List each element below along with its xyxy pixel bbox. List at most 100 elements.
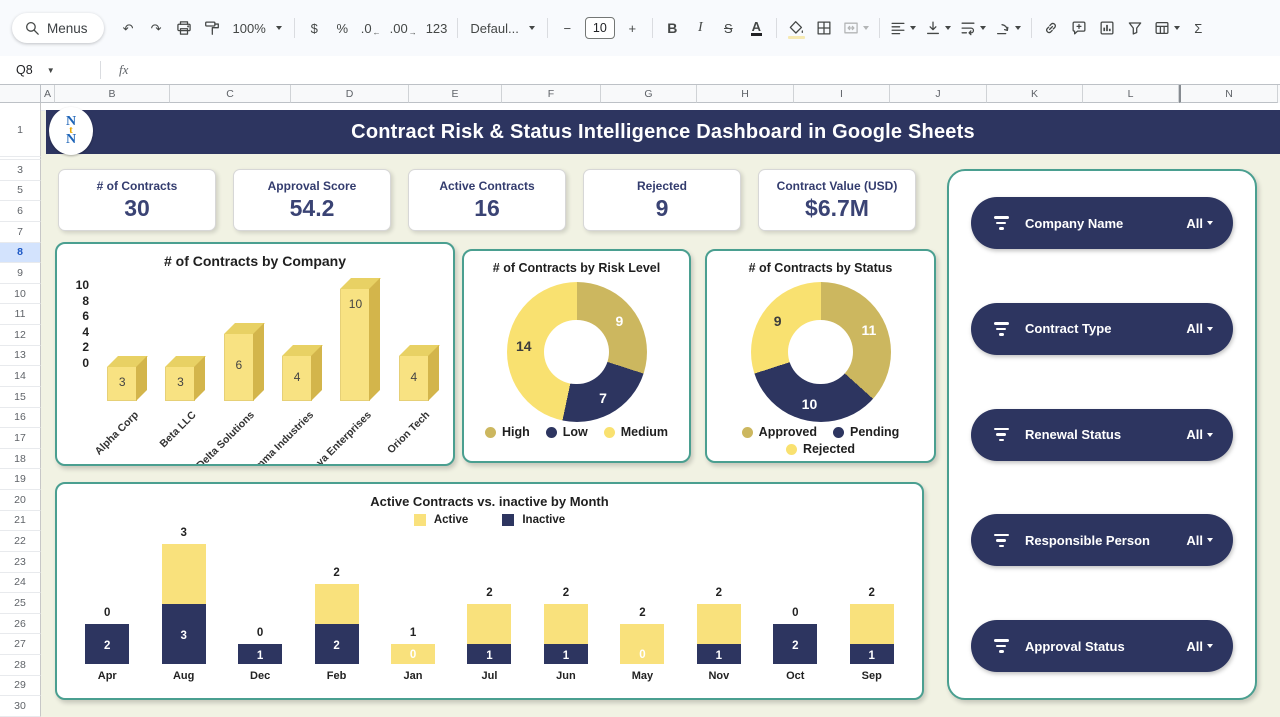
column-header-K[interactable]: K: [987, 85, 1083, 103]
formula-input[interactable]: [138, 56, 1280, 84]
row-header-26[interactable]: 26: [0, 614, 41, 635]
column-header-H[interactable]: H: [697, 85, 794, 103]
bar-stack[interactable]: [315, 584, 359, 664]
legend-item[interactable]: Inactive: [502, 514, 565, 526]
name-box[interactable]: Q8 ▼: [0, 63, 92, 77]
insert-chart-button[interactable]: [1094, 15, 1121, 41]
filter-value-dropdown[interactable]: All: [1186, 321, 1213, 336]
insert-link-button[interactable]: [1038, 15, 1065, 41]
filter-renewal-status[interactable]: Renewal StatusAll: [971, 409, 1233, 461]
bar[interactable]: 4: [282, 356, 312, 401]
number-format-button[interactable]: 123: [422, 15, 452, 41]
menus-button[interactable]: Menus: [12, 13, 104, 43]
format-currency-button[interactable]: $: [301, 15, 328, 41]
row-header-28[interactable]: 28: [0, 655, 41, 676]
filter-contract-type[interactable]: Contract TypeAll: [971, 303, 1233, 355]
row-header-10[interactable]: 10: [0, 284, 41, 305]
column-header-L[interactable]: L: [1083, 85, 1179, 103]
row-header-23[interactable]: 23: [0, 552, 41, 573]
legend-item[interactable]: Active: [414, 514, 469, 526]
text-rotation-button[interactable]: [991, 15, 1025, 41]
legend-item[interactable]: High: [485, 425, 530, 439]
row-header-14[interactable]: 14: [0, 366, 41, 387]
vertical-align-button[interactable]: [921, 15, 955, 41]
bar[interactable]: 3: [165, 367, 195, 401]
bar[interactable]: 4: [399, 356, 429, 401]
row-header-22[interactable]: 22: [0, 531, 41, 552]
functions-button[interactable]: Σ: [1185, 15, 1212, 41]
column-header-A[interactable]: A: [41, 85, 55, 103]
row-header-25[interactable]: 25: [0, 593, 41, 614]
row-header-3[interactable]: 3: [0, 160, 41, 181]
row-header-6[interactable]: 6: [0, 201, 41, 222]
bold-button[interactable]: B: [659, 15, 686, 41]
legend-item[interactable]: Rejected: [786, 442, 855, 456]
column-header-J[interactable]: J: [890, 85, 987, 103]
row-header-17[interactable]: 17: [0, 428, 41, 449]
column-header-B[interactable]: B: [55, 85, 170, 103]
row-header-11[interactable]: 11: [0, 304, 41, 325]
filter-approval-status[interactable]: Approval StatusAll: [971, 620, 1233, 672]
legend-item[interactable]: Approved: [742, 425, 817, 439]
zoom-select[interactable]: 100%: [227, 15, 288, 41]
row-header-29[interactable]: 29: [0, 676, 41, 697]
column-header-G[interactable]: G: [601, 85, 697, 103]
row-header-15[interactable]: 15: [0, 387, 41, 408]
column-header-F[interactable]: F: [502, 85, 601, 103]
legend-item[interactable]: Medium: [604, 425, 668, 439]
font-select[interactable]: Defaul...: [464, 15, 540, 41]
format-percent-button[interactable]: %: [329, 15, 356, 41]
decrease-font-size-button[interactable]: −: [554, 15, 581, 41]
merge-cells-button[interactable]: [839, 15, 873, 41]
filter-value-dropdown[interactable]: All: [1186, 216, 1213, 231]
decrease-decimal-button[interactable]: .0←: [357, 15, 385, 41]
row-header-18[interactable]: 18: [0, 449, 41, 470]
row-header-19[interactable]: 19: [0, 469, 41, 490]
row-header-13[interactable]: 13: [0, 346, 41, 367]
column-header-C[interactable]: C: [170, 85, 291, 103]
bar-stack[interactable]: [162, 544, 206, 664]
horizontal-align-button[interactable]: [886, 15, 920, 41]
column-header-E[interactable]: E: [409, 85, 502, 103]
print-button[interactable]: [171, 15, 198, 41]
row-header-8[interactable]: 8: [0, 243, 41, 264]
legend-item[interactable]: Low: [546, 425, 588, 439]
bar[interactable]: 10: [340, 289, 370, 401]
text-color-button[interactable]: A: [743, 15, 770, 41]
donut[interactable]: [751, 282, 891, 422]
select-all-corner[interactable]: [0, 85, 41, 103]
row-header-30[interactable]: 30: [0, 696, 41, 717]
row-header-16[interactable]: 16: [0, 408, 41, 429]
column-header-D[interactable]: D: [291, 85, 409, 103]
row-header-24[interactable]: 24: [0, 573, 41, 594]
filter-value-dropdown[interactable]: All: [1186, 639, 1213, 654]
paint-format-button[interactable]: [199, 15, 226, 41]
row-header-27[interactable]: 27: [0, 634, 41, 655]
fill-color-button[interactable]: [783, 15, 810, 41]
column-header-N[interactable]: N: [1179, 85, 1278, 103]
legend-item[interactable]: Pending: [833, 425, 899, 439]
strikethrough-button[interactable]: S: [715, 15, 742, 41]
bar[interactable]: 3: [107, 367, 137, 401]
filter-responsible-person[interactable]: Responsible PersonAll: [971, 514, 1233, 566]
column-header-I[interactable]: I: [794, 85, 890, 103]
row-header-9[interactable]: 9: [0, 263, 41, 284]
create-filter-button[interactable]: [1122, 15, 1149, 41]
filter-value-dropdown[interactable]: All: [1186, 427, 1213, 442]
filter-value-dropdown[interactable]: All: [1186, 533, 1213, 548]
increase-font-size-button[interactable]: +: [619, 15, 646, 41]
insert-comment-button[interactable]: [1066, 15, 1093, 41]
filter-company-name[interactable]: Company NameAll: [971, 197, 1233, 249]
increase-decimal-button[interactable]: .00→: [386, 15, 421, 41]
row-header-12[interactable]: 12: [0, 325, 41, 346]
row-header-7[interactable]: 7: [0, 222, 41, 243]
redo-button[interactable]: ↷: [143, 15, 170, 41]
table-button[interactable]: [1150, 15, 1184, 41]
row-header-1[interactable]: 1: [0, 103, 41, 157]
italic-button[interactable]: I: [687, 15, 714, 41]
row-header-21[interactable]: 21: [0, 511, 41, 532]
borders-button[interactable]: [811, 15, 838, 41]
text-wrap-button[interactable]: [956, 15, 990, 41]
undo-button[interactable]: ↶: [115, 15, 142, 41]
bar[interactable]: 6: [224, 334, 254, 401]
